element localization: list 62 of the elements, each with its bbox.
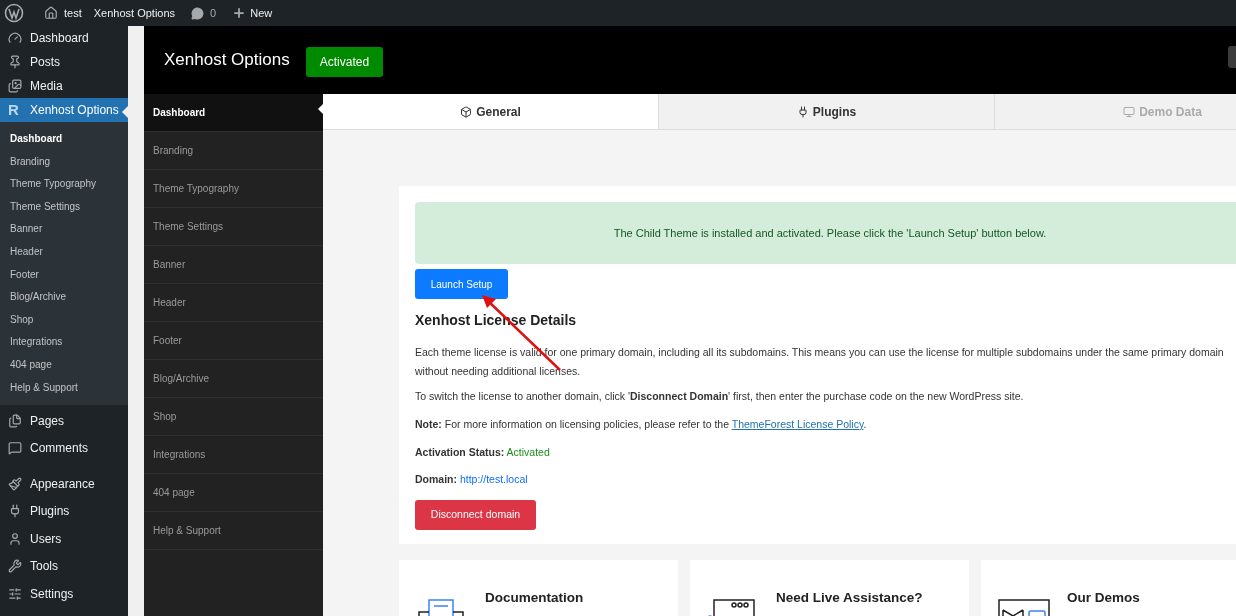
- menu-item[interactable]: Appearance: [0, 470, 128, 498]
- menu-item[interactable]: Settings: [0, 580, 128, 608]
- menu-icon: [8, 531, 22, 546]
- menu-icon: [8, 79, 22, 93]
- mail-window-icon: [997, 598, 1053, 616]
- disconnect-domain-button[interactable]: Disconnect domain: [415, 500, 536, 530]
- submenu-item[interactable]: 404 page: [0, 353, 128, 377]
- menu-item[interactable]: Plugins: [0, 497, 128, 526]
- submenu-item[interactable]: Theme Settings: [0, 195, 128, 219]
- menu-icon: [8, 476, 22, 491]
- tab-icon: [460, 105, 473, 118]
- comments-link[interactable]: 0: [191, 4, 217, 22]
- menu-item[interactable]: Pages: [0, 407, 128, 435]
- card-title: Need Live Assistance?: [776, 589, 923, 607]
- menu-item[interactable]: Comments: [0, 434, 128, 463]
- note-text: Note: For more information on licensing policies, please refer to the ThemeForest License Policy.: [415, 416, 868, 432]
- menu-icon: [8, 413, 22, 428]
- menu-icon: [8, 559, 22, 574]
- menu-item[interactable]: Media: [0, 74, 128, 98]
- menu-item[interactable]: Posts: [0, 50, 128, 74]
- menu-icon: [8, 441, 22, 456]
- submenu-item[interactable]: Blog/Archive: [0, 286, 128, 309]
- new-link[interactable]: New: [232, 4, 273, 22]
- submenu-item[interactable]: Help & Support: [0, 376, 128, 400]
- tab-icon: [796, 105, 809, 118]
- menu-icon: [8, 504, 22, 519]
- submenu-item[interactable]: Banner: [0, 218, 128, 241]
- card-title: Our Demos: [1067, 589, 1140, 607]
- submenu-item[interactable]: Branding: [0, 150, 128, 174]
- status-value: Activated: [506, 445, 550, 458]
- launch-setup-button[interactable]: Launch Setup: [415, 269, 508, 299]
- success-alert: The Child Theme is installed and activated. Please click the 'Launch Setup' button below.: [415, 202, 1236, 264]
- submenu-item[interactable]: Theme Typography: [0, 173, 128, 196]
- menu-item[interactable]: Dashboard: [0, 26, 128, 50]
- menu-item[interactable]: Users: [0, 525, 128, 553]
- home-icon: [44, 6, 58, 20]
- site-link[interactable]: test: [44, 4, 82, 22]
- wordpress-logo-icon[interactable]: [4, 3, 24, 23]
- menu-icon: [8, 31, 22, 45]
- card-title: Documentation: [485, 589, 584, 607]
- tab-icon: [1123, 105, 1136, 118]
- nav-item[interactable]: Dashboard: [144, 94, 323, 132]
- status-badge: Activated: [305, 47, 384, 77]
- menu-item[interactable]: R Xenhost Options: [0, 98, 128, 122]
- tab[interactable]: General: [323, 94, 659, 129]
- submenu-item[interactable]: Header: [0, 240, 128, 264]
- logo-letter-icon: R: [8, 98, 22, 122]
- plugin-link[interactable]: Xenhost Options: [93, 4, 176, 22]
- plus-icon: [232, 6, 247, 20]
- comment-icon: [191, 6, 205, 20]
- domain-link[interactable]: http://test.local: [459, 473, 528, 486]
- status-label: Activation Status:: [415, 445, 505, 458]
- submenu-item[interactable]: Integrations: [0, 331, 128, 354]
- submenu-item[interactable]: Footer: [0, 263, 128, 287]
- domain-label: Domain:: [415, 473, 457, 486]
- menu-icon: [8, 55, 22, 69]
- switch-instructions: To switch the license to another domain, click 'Disconnect Domain' first, then enter the purchase code on the new WordPress site.: [415, 389, 1025, 404]
- panel-title: Xenhost Options: [164, 49, 290, 72]
- submenu-item[interactable]: Dashboard: [0, 128, 128, 151]
- submenu-item[interactable]: Shop: [0, 308, 128, 332]
- menu-icon: [8, 586, 22, 601]
- menu-item[interactable]: Tools: [0, 552, 128, 581]
